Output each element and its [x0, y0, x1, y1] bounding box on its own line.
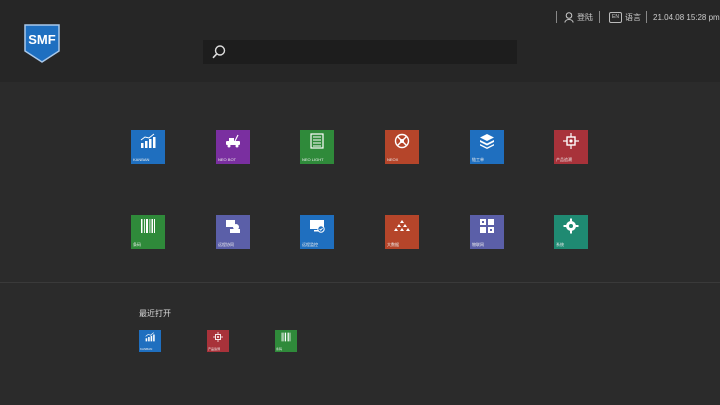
app-tile-label: 系统 — [556, 242, 564, 247]
language-label: 语言 — [625, 12, 641, 22]
app-tile-label: NEOX — [387, 157, 399, 162]
separator — [646, 11, 647, 23]
app-tile-remote-monitor[interactable]: 远程监控 — [300, 215, 334, 249]
section-divider — [0, 282, 720, 283]
app-tile-label: 条码 — [133, 242, 141, 247]
iot-icon — [480, 219, 494, 233]
app-tile-label: 大数据 — [387, 242, 399, 247]
app-tile-trace[interactable]: 产品追溯 — [554, 130, 588, 164]
barcode-icon — [281, 332, 291, 342]
recent-tile-barcode[interactable]: 条码 — [275, 330, 297, 352]
collab-icon — [226, 220, 240, 233]
smf-logo[interactable]: SMF — [23, 23, 61, 63]
search-bar[interactable] — [203, 40, 517, 66]
search-input[interactable] — [233, 40, 517, 66]
language-icon: EN — [609, 11, 622, 23]
trace-icon — [563, 133, 579, 149]
separator — [599, 11, 600, 23]
barcode-icon — [141, 219, 155, 233]
app-tile-system[interactable]: 系统 — [554, 215, 588, 249]
app-tile-iot[interactable]: 物联网 — [470, 215, 504, 249]
light-icon — [310, 133, 324, 149]
app-tile-label: 物联网 — [472, 242, 484, 247]
recent-tile-kanban[interactable]: KANBAN — [139, 330, 161, 352]
datetime: 21.04.08 15:28 pm — [653, 12, 720, 22]
app-tile-label: 远程协同 — [218, 242, 234, 247]
app-tile-label: 链工单 — [472, 157, 484, 162]
recent-tile-label: 条码 — [276, 347, 283, 351]
settings-icon — [563, 218, 579, 234]
bot-icon — [226, 134, 240, 148]
trace-icon — [213, 332, 223, 342]
app-tile-bigdata[interactable]: 大数据 — [385, 215, 419, 249]
app-tile-kanban[interactable]: KANBAN — [131, 130, 165, 164]
logo-text: SMF — [28, 32, 56, 47]
header-bar: SMF 登陆 EN 语言 21.04.08 15:28 pm — [0, 0, 720, 82]
app-tile-neo-light[interactable]: NEO LIGHT — [300, 130, 334, 164]
separator — [556, 11, 557, 23]
recent-tile-label: 产品追溯 — [208, 347, 221, 351]
language-button[interactable]: EN 语言 — [609, 10, 641, 24]
recent-section-title: 最近打开 — [139, 309, 171, 318]
chart-icon — [140, 133, 156, 148]
chart-icon — [145, 332, 155, 342]
app-tile-neo-bot[interactable]: NEO BOT — [216, 130, 250, 164]
app-tile-workorder[interactable]: 链工单 — [470, 130, 504, 164]
workorder-icon — [480, 134, 494, 149]
app-tile-label: 产品追溯 — [556, 157, 572, 162]
app-tile-barcode[interactable]: 条码 — [131, 215, 165, 249]
app-tile-label: KANBAN — [133, 157, 150, 162]
app-tile-label: NEO LIGHT — [302, 157, 324, 162]
recent-tile-label: KANBAN — [140, 347, 153, 351]
app-tile-remote-collab[interactable]: 远程协同 — [216, 215, 250, 249]
login-button[interactable]: 登陆 — [564, 10, 593, 24]
monitor-icon — [310, 220, 325, 233]
recent-tile-trace[interactable]: 产品追溯 — [207, 330, 229, 352]
app-tile-label: 远程监控 — [302, 242, 318, 247]
neox-icon — [394, 133, 410, 149]
app-tile-neox[interactable]: NEOX — [385, 130, 419, 164]
login-label: 登陆 — [577, 12, 593, 22]
bigdata-icon — [394, 220, 410, 231]
app-tile-label: NEO BOT — [218, 157, 237, 162]
user-icon — [564, 11, 574, 23]
search-icon[interactable] — [211, 44, 227, 60]
